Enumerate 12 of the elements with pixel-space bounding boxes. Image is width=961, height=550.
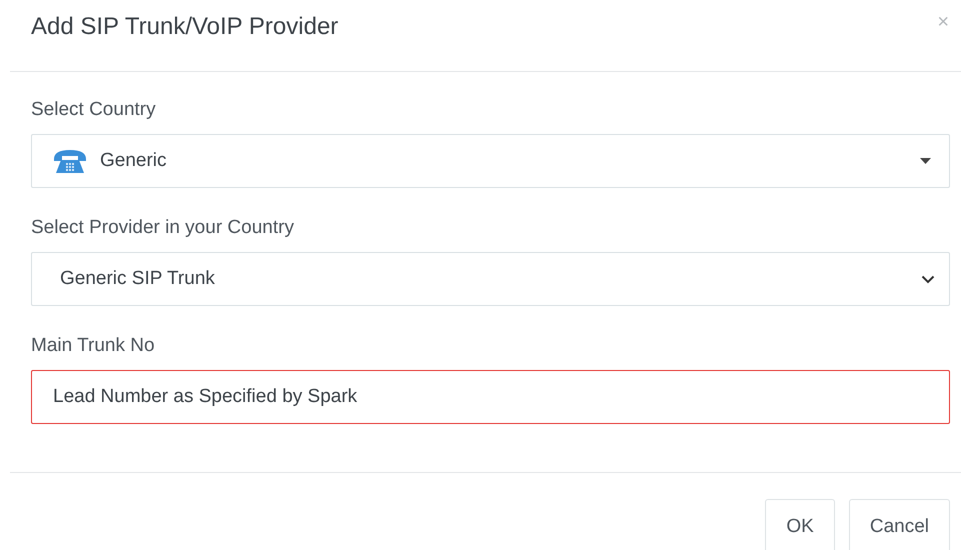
field-label: Select Provider in your Country — [31, 216, 295, 240]
input-field[interactable]: Lead Number as Specified by Spark — [31, 370, 950, 424]
field-label: Select Country — [31, 98, 157, 122]
dropdown-caret-icon — [920, 158, 931, 164]
dialog-title: Add SIP Trunk/VoIP Provider — [31, 12, 338, 42]
telephone-icon — [52, 147, 88, 175]
country-select[interactable]: Generic — [31, 134, 950, 188]
field-label: Main Trunk No — [31, 334, 156, 358]
chevron-down-icon — [921, 274, 935, 284]
ok-button[interactable]: OK — [765, 499, 835, 550]
cancel-button[interactable]: Cancel — [848, 499, 950, 550]
provider-select[interactable]: Generic SIP Trunk — [31, 252, 950, 306]
